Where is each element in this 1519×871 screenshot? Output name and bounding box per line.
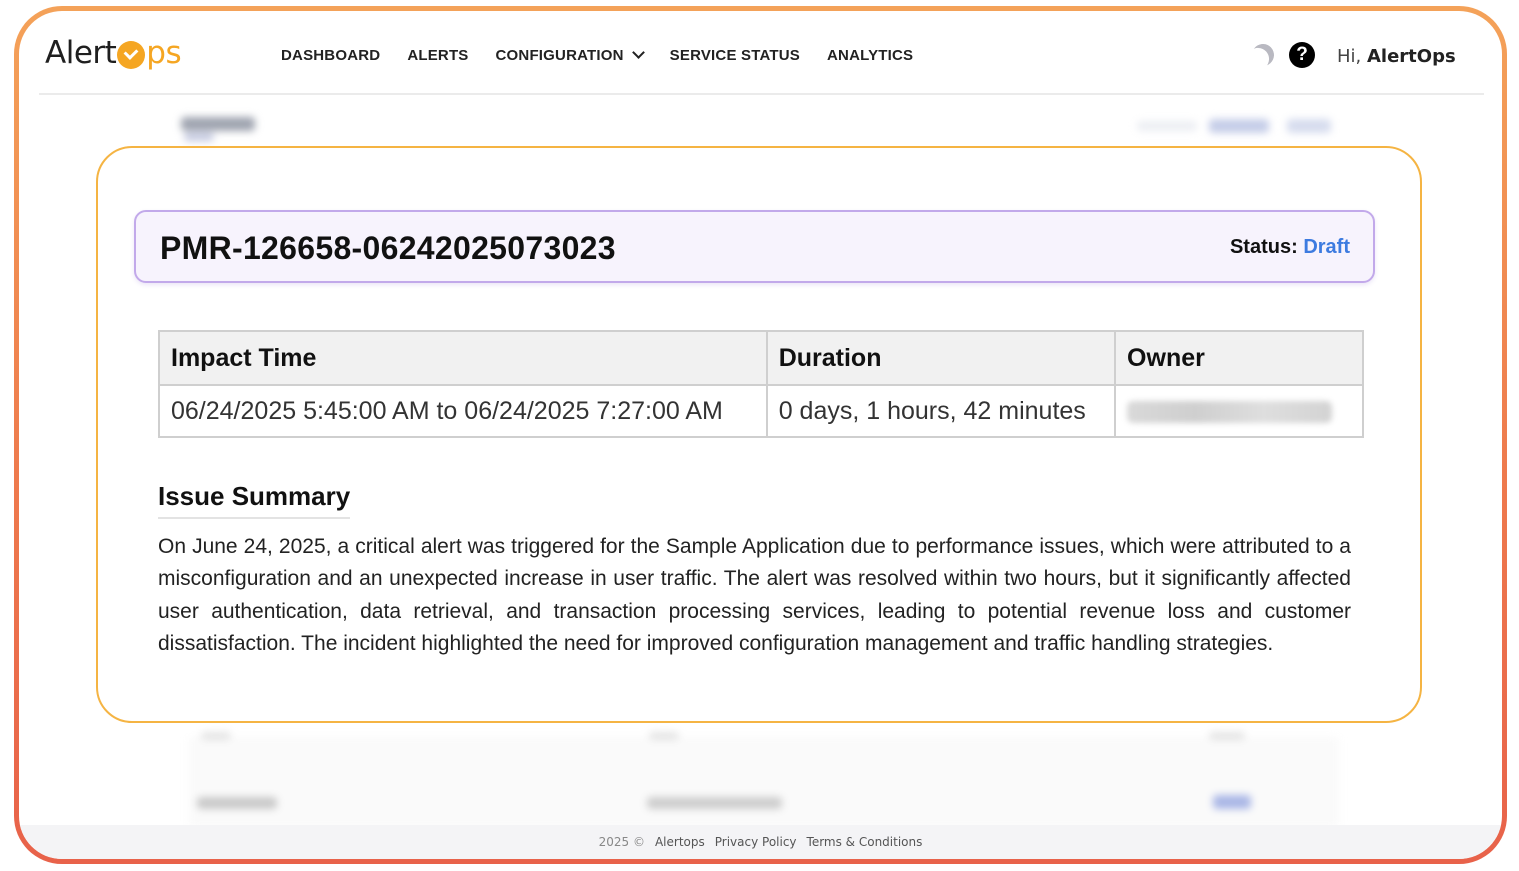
page-footer: 2025 © Alertops Privacy Policy Terms & C… <box>19 825 1502 859</box>
issue-summary-text: On June 24, 2025, a critical alert was t… <box>158 535 1351 655</box>
alertops-logo[interactable]: Alert ps <box>45 33 182 73</box>
cell-impact-time: 06/24/2025 5:45:00 AM to 06/24/2025 7:27… <box>158 384 768 438</box>
main-nav: DASHBOARD ALERTS CONFIGURATION SERVICE S… <box>281 46 940 64</box>
greeting-prefix: Hi, <box>1337 46 1362 67</box>
footer-brand-link[interactable]: Alertops <box>655 835 705 849</box>
report-status: Status: Draft <box>1230 236 1350 259</box>
footer-privacy-link[interactable]: Privacy Policy <box>715 835 797 849</box>
report-info-table: Impact Time Duration Owner 06/24/2025 5:… <box>158 330 1364 438</box>
screenshot-frame: Alert ps DASHBOARD ALERTS CONFIGURATION S… <box>14 6 1507 864</box>
header-owner: Owner <box>1114 330 1364 386</box>
nav-dashboard[interactable]: DASHBOARD <box>281 47 380 64</box>
status-value: Draft <box>1303 236 1350 258</box>
nav-configuration[interactable]: CONFIGURATION <box>496 46 645 64</box>
header-impact-time: Impact Time <box>158 330 768 386</box>
blurred-cell <box>1209 732 1245 740</box>
blurred-heading <box>181 117 255 131</box>
blurred-button <box>1287 119 1331 133</box>
chevron-down-icon <box>631 46 645 59</box>
cell-owner <box>1114 384 1364 438</box>
owner-redacted <box>1127 400 1333 423</box>
user-name: AlertOps <box>1367 46 1456 67</box>
nav-alerts[interactable]: ALERTS <box>407 47 468 64</box>
nav-analytics[interactable]: ANALYTICS <box>827 47 913 64</box>
blurred-control <box>1137 121 1197 131</box>
blurred-button <box>1209 119 1269 133</box>
logo-text-suffix: ps <box>146 35 182 71</box>
status-label: Status: <box>1229 236 1298 258</box>
user-greeting[interactable]: Hi, AlertOps <box>1337 46 1456 67</box>
report-title-bar: PMR-126658-06242025073023 Status: Draft <box>134 210 1375 283</box>
blurred-subheading <box>184 133 214 141</box>
cell-duration: 0 days, 1 hours, 42 minutes <box>765 384 1117 438</box>
footer-copyright: 2025 © <box>598 835 645 849</box>
table-header-row: Impact Time Duration Owner <box>158 330 1364 386</box>
blurred-table <box>189 737 1339 827</box>
nav-service-status[interactable]: SERVICE STATUS <box>670 47 800 64</box>
logo-text-prefix: Alert <box>45 35 117 71</box>
app-window: Alert ps DASHBOARD ALERTS CONFIGURATION S… <box>19 11 1502 859</box>
report-card: PMR-126658-06242025073023 Status: Draft … <box>96 146 1422 723</box>
header-duration: Duration <box>765 330 1117 386</box>
footer-terms-link[interactable]: Terms & Conditions <box>807 835 923 849</box>
help-icon[interactable]: ? <box>1289 42 1315 68</box>
blurred-cell <box>1213 795 1251 809</box>
blurred-cell <box>647 797 782 809</box>
blurred-cell <box>201 732 231 740</box>
blurred-cell <box>649 732 679 740</box>
table-row: 06/24/2025 5:45:00 AM to 06/24/2025 7:27… <box>158 384 1364 438</box>
logo-clock-check-icon <box>117 41 146 69</box>
issue-summary-heading: Issue Summary <box>158 481 351 519</box>
report-id: PMR-126658-06242025073023 <box>160 230 616 266</box>
blurred-cell <box>197 797 277 809</box>
